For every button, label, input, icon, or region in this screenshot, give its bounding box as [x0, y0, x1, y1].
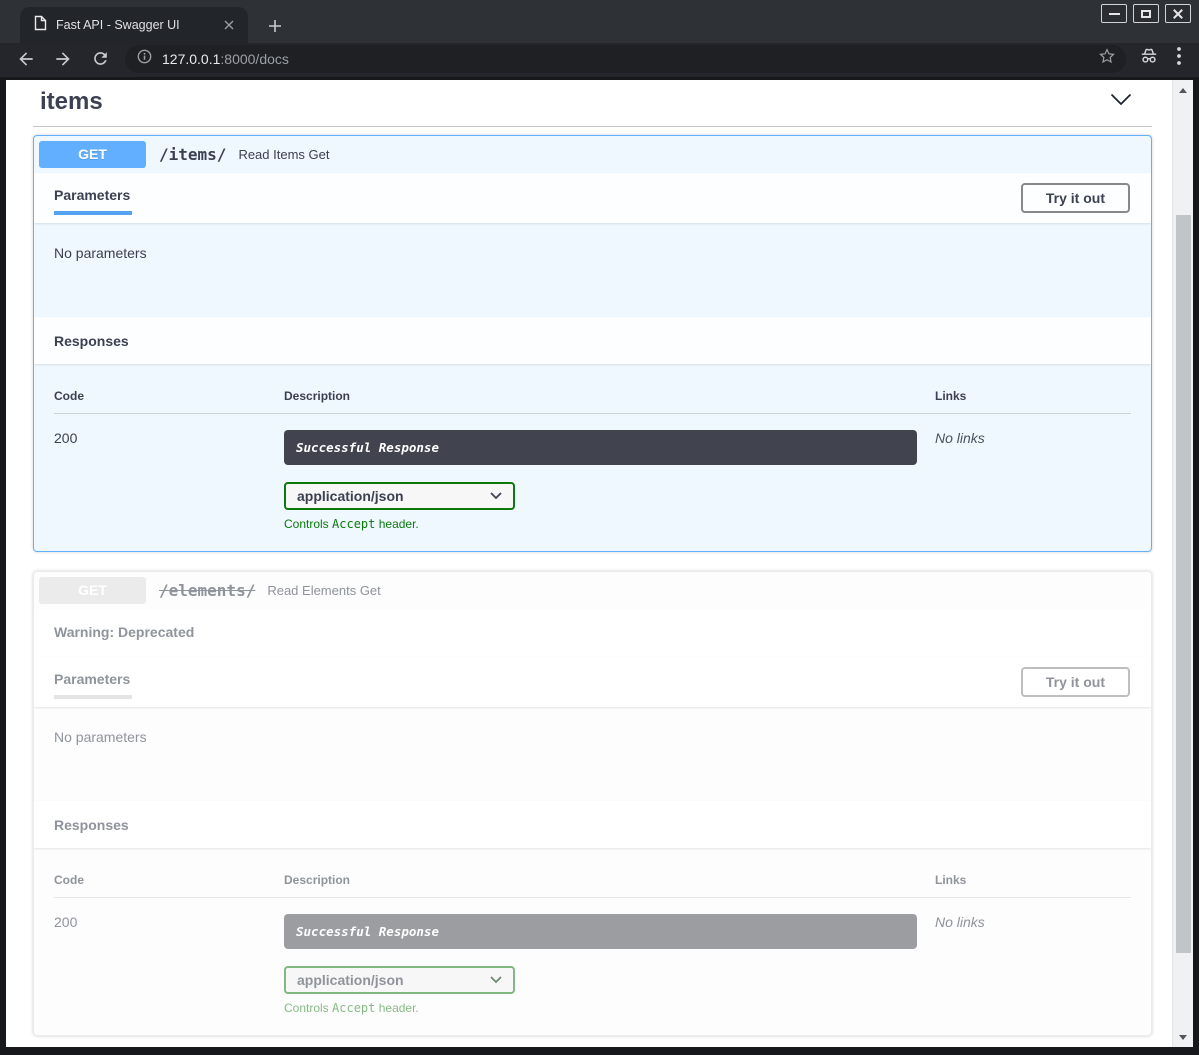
operation-summary[interactable]: GET /items/ Read Items Get: [34, 136, 1151, 173]
new-tab-button[interactable]: [263, 14, 287, 38]
minimize-button[interactable]: [1101, 4, 1127, 23]
media-type-select[interactable]: application/json: [284, 966, 515, 994]
responses-title: Responses: [54, 333, 129, 349]
accept-header-note: Controls Accept header.: [284, 1001, 935, 1015]
url-text: 127.0.0.1:8000/docs: [162, 51, 289, 67]
minimize-icon: [1109, 13, 1120, 15]
try-it-out-button[interactable]: Try it out: [1021, 667, 1130, 697]
accept-header-note: Controls Accept header.: [284, 517, 935, 531]
page-content: items GET /items/ Read Items Get Paramet…: [6, 80, 1193, 1047]
site-info-icon[interactable]: [137, 49, 152, 69]
operation-path: /elements/: [159, 581, 255, 600]
response-links: No links: [935, 414, 1131, 531]
column-header-code: Code: [54, 873, 284, 898]
responses-section-header: Responses: [34, 317, 1151, 364]
tab-parameters[interactable]: Parameters: [54, 665, 132, 699]
scrollbar-thumb[interactable]: [1176, 215, 1191, 953]
scroll-up-button[interactable]: [1173, 82, 1193, 98]
opblock-get-elements-deprecated: GET /elements/ Read Elements Get Warning…: [33, 571, 1152, 1036]
media-type-value: application/json: [297, 972, 404, 988]
response-description-text: Successful Response: [296, 440, 439, 455]
response-description-cell: Successful Response application/json Con…: [284, 898, 935, 1015]
scroll-up-icon: [1179, 88, 1187, 93]
responses-table: Code Description Links 200 Successful Re…: [54, 389, 1131, 531]
reload-button[interactable]: [88, 47, 112, 71]
http-method-badge: GET: [39, 141, 146, 168]
operation-summary-text: Read Items Get: [238, 147, 329, 162]
opblock-get-items: GET /items/ Read Items Get Parameters Tr…: [33, 135, 1152, 552]
close-button[interactable]: [1165, 4, 1191, 23]
tab-close-icon[interactable]: [220, 16, 238, 34]
window-controls: [1101, 4, 1191, 23]
responses-title: Responses: [54, 817, 129, 833]
column-header-links: Links: [935, 389, 1131, 414]
responses-body: Code Description Links 200 Successful Re…: [34, 848, 1151, 1035]
incognito-icon[interactable]: [1138, 47, 1160, 70]
tag-title: items: [40, 88, 103, 116]
tab-parameters[interactable]: Parameters: [54, 181, 132, 215]
scroll-down-button[interactable]: [1173, 1029, 1193, 1045]
operation-summary-text: Read Elements Get: [267, 583, 380, 598]
parameters-title: Parameters: [54, 187, 132, 215]
forward-button[interactable]: [51, 47, 75, 71]
deprecated-warning: Warning: Deprecated: [34, 609, 1151, 657]
chevron-down-icon: [490, 976, 502, 984]
tab-title: Fast API - Swagger UI: [56, 18, 211, 32]
column-header-links: Links: [935, 873, 1131, 898]
maximize-button[interactable]: [1133, 4, 1159, 23]
response-code: 200: [54, 898, 284, 1015]
browser-tab[interactable]: Fast API - Swagger UI: [20, 7, 248, 43]
responses-body: Code Description Links 200 Successful Re…: [34, 364, 1151, 551]
browser-menu-kebab-icon[interactable]: [1177, 47, 1181, 70]
parameters-title: Parameters: [54, 671, 132, 699]
http-method-badge: GET: [39, 577, 146, 604]
chevron-down-icon: [490, 492, 502, 500]
scroll-down-icon: [1179, 1035, 1187, 1040]
vertical-scrollbar[interactable]: [1172, 80, 1193, 1047]
operation-summary[interactable]: GET /elements/ Read Elements Get: [34, 572, 1151, 609]
responses-table: Code Description Links 200 Successful Re…: [54, 873, 1131, 1015]
response-description-cell: Successful Response application/json Con…: [284, 414, 935, 531]
responses-section-header: Responses: [34, 801, 1151, 848]
maximize-icon: [1141, 10, 1151, 18]
back-button[interactable]: [14, 47, 38, 71]
column-header-code: Code: [54, 389, 284, 414]
response-description-box: Successful Response: [284, 430, 917, 465]
tag-section-header[interactable]: items: [33, 86, 1152, 127]
operation-path: /items/: [159, 145, 226, 164]
response-links: No links: [935, 898, 1131, 1015]
media-type-select[interactable]: application/json: [284, 482, 515, 510]
collapse-chevron-icon[interactable]: [1110, 93, 1132, 111]
response-description-text: Successful Response: [296, 924, 439, 939]
browser-toolbar: 127.0.0.1:8000/docs: [0, 43, 1199, 80]
column-header-description: Description: [284, 389, 935, 414]
column-header-description: Description: [284, 873, 935, 898]
parameters-body: No parameters: [34, 223, 1151, 317]
close-icon: [1172, 8, 1184, 20]
url-bar[interactable]: 127.0.0.1:8000/docs: [125, 45, 1126, 73]
no-parameters-text: No parameters: [54, 729, 1131, 745]
bookmark-star-icon[interactable]: [1098, 47, 1116, 70]
response-description-box: Successful Response: [284, 914, 917, 949]
media-type-value: application/json: [297, 488, 404, 504]
try-it-out-button[interactable]: Try it out: [1021, 183, 1130, 213]
page-favicon-icon: [34, 15, 47, 36]
no-parameters-text: No parameters: [54, 245, 1131, 261]
response-code: 200: [54, 414, 284, 531]
window-titlebar: Fast API - Swagger UI: [0, 0, 1199, 43]
parameters-body: No parameters: [34, 707, 1151, 801]
